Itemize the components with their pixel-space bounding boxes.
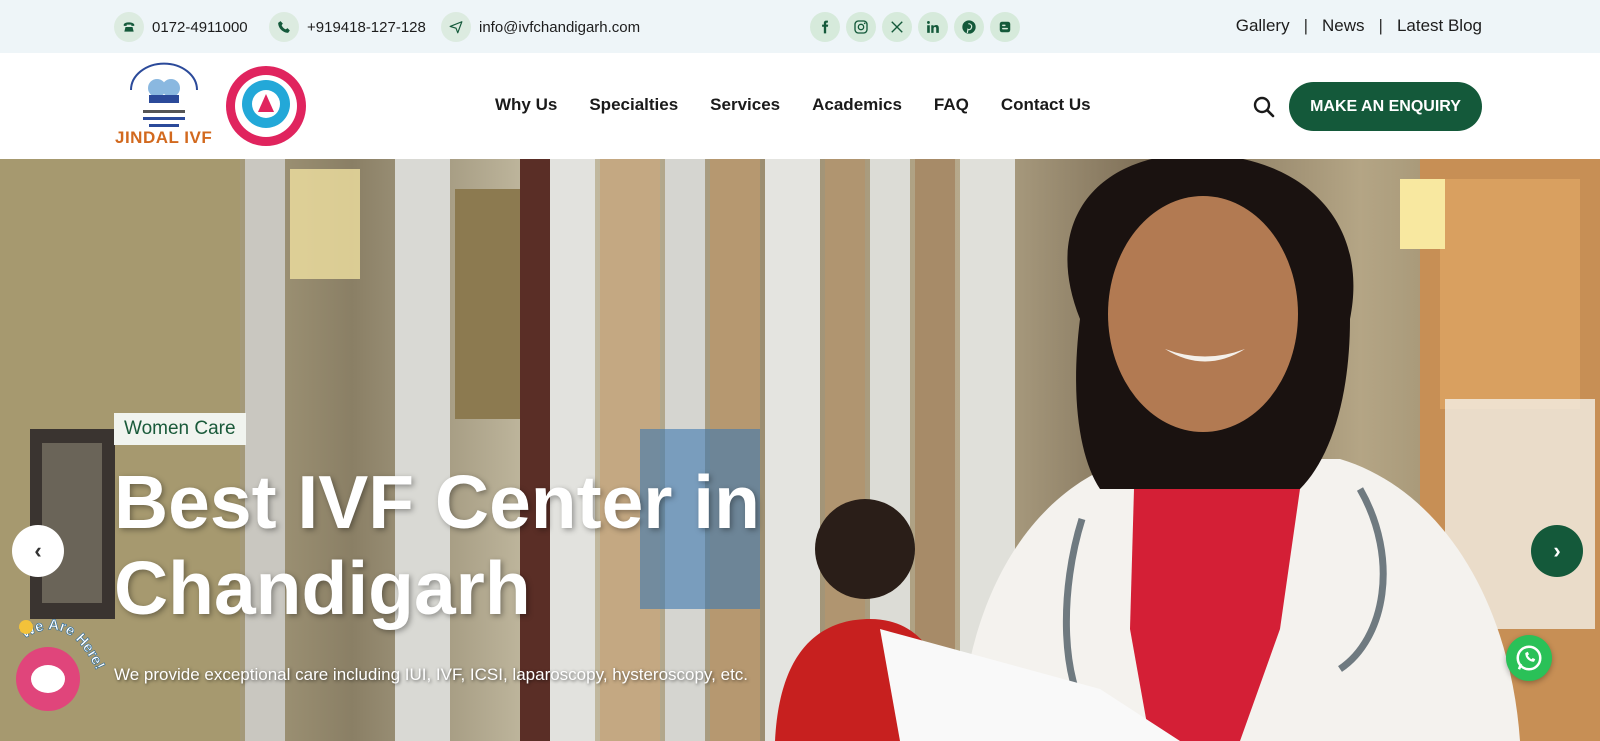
- facebook-icon[interactable]: [810, 12, 840, 42]
- hero-title: Best IVF Center in Chandigarh: [114, 459, 834, 631]
- make-an-enquiry-button[interactable]: MAKE AN ENQUIRY: [1289, 82, 1482, 131]
- logo-text: JINDAL IVF: [115, 128, 213, 147]
- separator: |: [1303, 16, 1308, 35]
- chat-bubble-icon: [31, 665, 65, 693]
- hero-subtitle: We provide exceptional care including IU…: [114, 665, 749, 684]
- hero-title-line2: Chandigarh: [114, 546, 531, 630]
- nav-specialties[interactable]: Specialties: [589, 95, 678, 115]
- main-nav: Why Us Specialties Services Academics FA…: [495, 95, 1091, 115]
- slider-next-button[interactable]: ›: [1531, 525, 1583, 577]
- pinterest-icon[interactable]: [954, 12, 984, 42]
- nav-services[interactable]: Services: [710, 95, 780, 115]
- hero-background-image: [0, 159, 1600, 741]
- chat-widget-button[interactable]: [16, 647, 80, 711]
- phone-icon: [269, 12, 299, 42]
- separator: |: [1378, 16, 1383, 35]
- main-header: JINDAL IVF Why Us Specialties Services A…: [0, 53, 1600, 159]
- jindal-ivf-logo[interactable]: JINDAL IVF: [113, 58, 221, 154]
- instagram-icon[interactable]: [846, 12, 876, 42]
- social-links: [810, 12, 1020, 42]
- phone-mobile-contact[interactable]: +919418-127-128: [269, 12, 426, 42]
- gallery-link[interactable]: Gallery: [1236, 16, 1290, 36]
- nav-faq[interactable]: FAQ: [934, 95, 969, 115]
- nav-contact-us[interactable]: Contact Us: [1001, 95, 1091, 115]
- hero-slider: Women Care Best IVF Center in Chandigarh…: [0, 159, 1600, 741]
- nav-academics[interactable]: Academics: [812, 95, 902, 115]
- send-icon: [441, 12, 471, 42]
- hero-category-badge: Women Care: [114, 413, 246, 445]
- search-icon[interactable]: [1252, 95, 1276, 119]
- news-link[interactable]: News: [1322, 16, 1365, 36]
- phone-mobile-text: +919418-127-128: [307, 18, 426, 36]
- slider-prev-button[interactable]: ‹: [12, 525, 64, 577]
- phone-landline-contact[interactable]: 0172-4911000: [114, 12, 248, 42]
- telephone-icon: [114, 12, 144, 42]
- nav-why-us[interactable]: Why Us: [495, 95, 557, 115]
- x-icon[interactable]: [882, 12, 912, 42]
- linkedin-icon[interactable]: [918, 12, 948, 42]
- email-text: info@ivfchandigarh.com: [479, 18, 641, 36]
- hero-title-line1: Best IVF Center in: [114, 460, 760, 544]
- top-bar: 0172-4911000 +919418-127-128 info@ivfcha…: [0, 0, 1600, 53]
- wave-hand-icon: [19, 620, 33, 634]
- whatsapp-icon[interactable]: [1506, 635, 1552, 681]
- latest-blog-link[interactable]: Latest Blog: [1397, 16, 1482, 36]
- top-links: Gallery | News | Latest Blog: [1236, 16, 1482, 36]
- blogger-icon[interactable]: [990, 12, 1020, 42]
- phone-landline-text: 0172-4911000: [152, 18, 248, 36]
- nabh-accreditation-logo[interactable]: [224, 64, 308, 148]
- email-contact[interactable]: info@ivfchandigarh.com: [441, 12, 640, 42]
